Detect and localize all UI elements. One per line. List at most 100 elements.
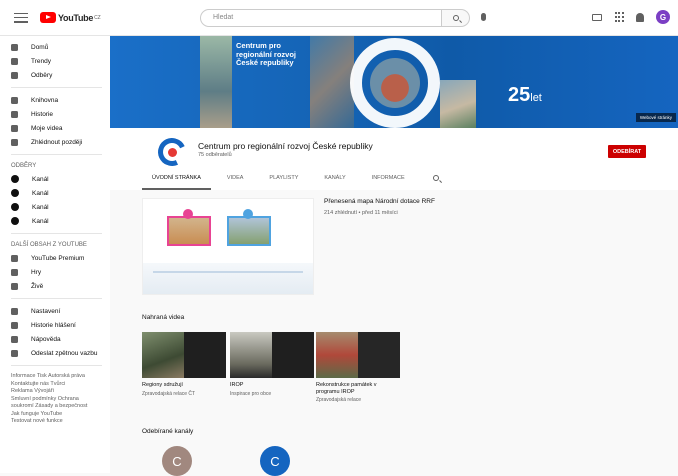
- footer-line[interactable]: soukromí Zásady a bezpečnost: [11, 403, 99, 411]
- channel-avatar-icon: [11, 175, 19, 183]
- sidebar-item-label: Historie hlášení: [31, 321, 76, 329]
- feedback-icon: [11, 349, 18, 357]
- search-input[interactable]: Hledat: [200, 9, 442, 27]
- sidebar-item-label: Kanál: [32, 189, 49, 197]
- sidebar-item-premium[interactable]: YouTube Premium: [0, 251, 110, 265]
- sidebar-item-feedback[interactable]: Odeslat zpětnou vazbu: [0, 346, 110, 360]
- menu-icon[interactable]: [14, 12, 28, 23]
- channel-name: Centrum pro regionální rozvoj České repu…: [198, 141, 373, 151]
- sidebar-item-settings[interactable]: Nastavení: [0, 304, 110, 318]
- sidebar-item-subscriptions[interactable]: Odběry: [0, 68, 110, 82]
- channel-content: Přenesená mapa Národní dotace RRF 214 zh…: [110, 190, 678, 476]
- sidebar-item-label: Nápověda: [31, 335, 61, 343]
- section-title-channels[interactable]: Odebírané kanály: [142, 428, 193, 435]
- channel-avatar-icon: [11, 217, 19, 225]
- sidebar-item-channel[interactable]: Kanál: [0, 214, 110, 228]
- channel-avatar[interactable]: C: [162, 446, 192, 476]
- live-icon: [11, 282, 18, 290]
- sidebar-item-library[interactable]: Knihovna: [0, 93, 110, 107]
- divider: [11, 298, 102, 299]
- avatar[interactable]: G: [656, 10, 670, 24]
- thumbnail-image: [358, 332, 400, 378]
- logo-text: YouTube: [58, 12, 94, 23]
- notifications-icon[interactable]: [636, 12, 644, 22]
- youtube-logo[interactable]: YouTube CZ: [40, 12, 101, 23]
- map-card: [227, 216, 271, 246]
- sidebar-item-help[interactable]: Nápověda: [0, 332, 110, 346]
- featured-video-player[interactable]: [142, 198, 314, 295]
- tab-channels[interactable]: Kanály: [314, 170, 355, 190]
- sidebar-item-label: Odběry: [31, 71, 53, 79]
- map-area: [143, 263, 313, 294]
- video-thumbnail[interactable]: [230, 332, 314, 378]
- footer-line[interactable]: Jak funguje YouTube: [11, 411, 99, 419]
- banner-photo: [200, 36, 232, 128]
- sidebar-item-channel[interactable]: Kanál: [0, 200, 110, 214]
- help-icon: [11, 335, 18, 343]
- sidebar-item-live[interactable]: Živě: [0, 279, 110, 293]
- subscriber-count: 75 odběratelů: [198, 152, 232, 158]
- sidebar-item-channel[interactable]: Kanál: [0, 186, 110, 200]
- sidebar-item-report-history[interactable]: Historie hlášení: [0, 318, 110, 332]
- featured-video-meta: 214 zhlédnutí • před 11 měsíci: [324, 210, 398, 216]
- search-icon: [452, 15, 459, 21]
- tab-search[interactable]: [421, 170, 449, 190]
- footer-line[interactable]: Informace Tisk Autorská práva: [11, 373, 99, 381]
- sidebar-item-history[interactable]: Historie: [0, 107, 110, 121]
- sidebar-item-watch-later[interactable]: Zhlédnout později: [0, 135, 110, 149]
- video-title[interactable]: IROP: [230, 382, 314, 389]
- map-pin-icon: [243, 209, 253, 219]
- sidebar-item-my-videos[interactable]: Moje videa: [0, 121, 110, 135]
- divider: [11, 233, 102, 234]
- search-button[interactable]: [442, 9, 470, 27]
- subscriptions-icon: [11, 71, 18, 79]
- tab-home[interactable]: Úvodní stránka: [142, 170, 211, 190]
- footer-line[interactable]: Kontaktujte nás Tvůrci: [11, 381, 99, 389]
- video-thumbnail[interactable]: [142, 332, 226, 378]
- divider: [11, 87, 102, 88]
- channel-avatar[interactable]: C: [260, 446, 290, 476]
- sidebar-item-trending[interactable]: Trendy: [0, 54, 110, 68]
- microphone-icon[interactable]: [481, 13, 486, 21]
- my-videos-icon: [11, 124, 18, 132]
- footer-line[interactable]: Testovat nové funkce: [11, 418, 99, 426]
- create-video-icon[interactable]: [592, 13, 602, 21]
- apps-icon[interactable]: [614, 12, 624, 22]
- banner-photo: [440, 80, 476, 128]
- footer-line[interactable]: Smluvní podmínky Ochrana: [11, 396, 99, 404]
- sidebar-item-gaming[interactable]: Hry: [0, 265, 110, 279]
- sidebar-item-channel[interactable]: Kanál: [0, 172, 110, 186]
- sidebar-item-label: Domů: [31, 43, 49, 51]
- channel-tabs: Úvodní stránka Videa Playlisty Kanály In…: [110, 170, 678, 190]
- sidebar-item-label: Kanál: [32, 203, 49, 211]
- banner-link[interactable]: Webové stránky: [635, 113, 676, 122]
- video-meta: Inspirace pro obce: [230, 391, 272, 397]
- tab-about[interactable]: Informace: [362, 170, 415, 190]
- sidebar-item-label: YouTube Premium: [31, 254, 85, 262]
- tab-videos[interactable]: Videa: [217, 170, 254, 190]
- sidebar-item-label: Zhlédnout později: [31, 138, 83, 146]
- channel-avatar-icon: [11, 189, 19, 197]
- channel-logo[interactable]: [154, 134, 190, 170]
- thumbnail-image: [230, 332, 272, 378]
- sidebar-item-label: Historie: [31, 110, 54, 118]
- sidebar-item-label: Moje videa: [31, 124, 63, 132]
- map-pin-icon: [183, 209, 193, 219]
- sidebar-item-label: Nastavení: [31, 307, 61, 315]
- sidebar-item-home[interactable]: Domů: [0, 40, 110, 54]
- logo-dot: [168, 148, 177, 157]
- footer-line[interactable]: Reklama Vývojáři: [11, 388, 99, 396]
- subscribe-button[interactable]: ODEBÍRAT: [608, 145, 646, 158]
- anniversary-suffix: let: [530, 92, 542, 104]
- video-title[interactable]: Rekonstrukce památek v programu IROP: [316, 382, 400, 395]
- flag-icon: [11, 321, 18, 329]
- video-thumbnail[interactable]: [316, 332, 400, 378]
- footer-links[interactable]: Informace Tisk Autorská práva Kontaktujt…: [0, 371, 110, 428]
- channel-banner: Centrum pro regionální rozvoj České repu…: [110, 36, 678, 128]
- section-title-uploads[interactable]: Nahraná videa: [142, 314, 184, 321]
- tab-playlists[interactable]: Playlisty: [259, 170, 308, 190]
- video-title[interactable]: Regiony sdružují: [142, 382, 226, 389]
- top-bar: YouTube CZ Hledat G: [0, 0, 678, 36]
- featured-video-title[interactable]: Přenesená mapa Národní dotace RRF: [324, 198, 435, 205]
- sidebar-item-label: Knihovna: [31, 96, 59, 104]
